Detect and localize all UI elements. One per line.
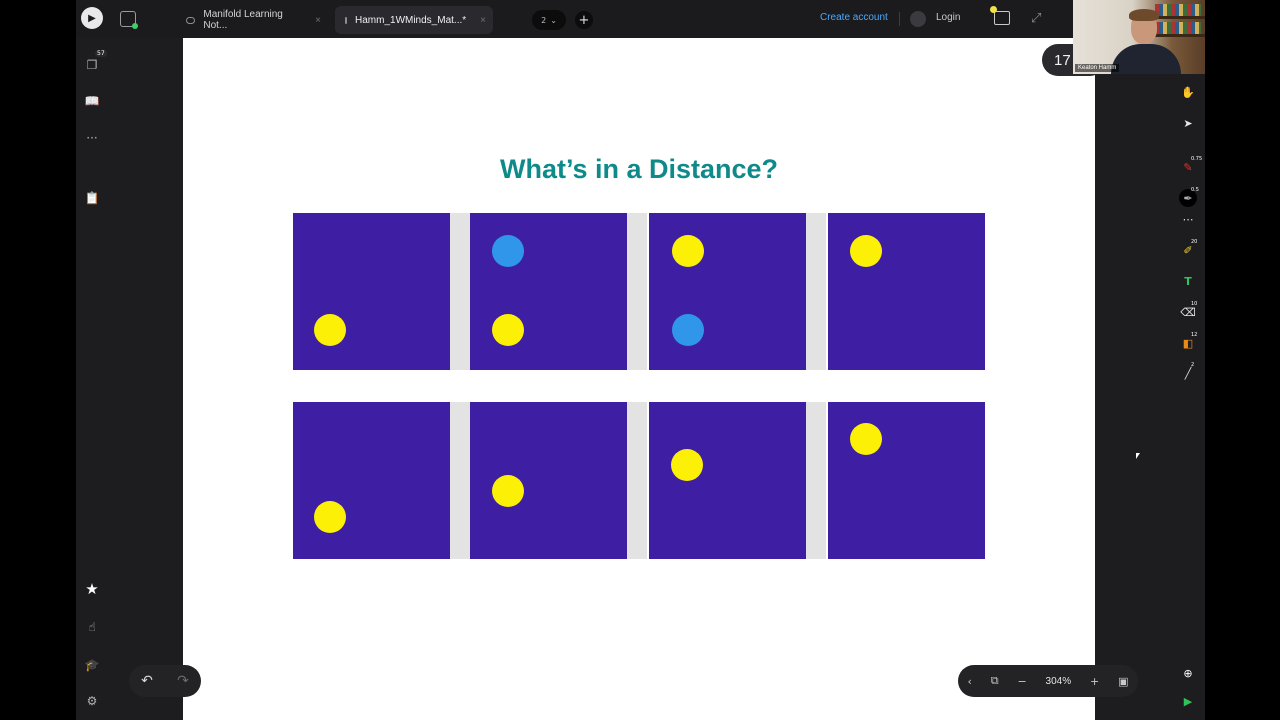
yellow-dot — [671, 449, 703, 481]
undo-redo-bar: ↶ ↷ — [129, 665, 201, 697]
create-account-link[interactable]: Create account — [820, 12, 888, 23]
divider — [899, 12, 900, 26]
minimap-icon[interactable]: ▣ — [1118, 675, 1128, 688]
panel-gap — [627, 213, 647, 370]
yellow-dot — [492, 475, 524, 507]
chevron-down-icon: ⌄ — [550, 15, 557, 25]
webcam-video: Keaton Hamm — [1073, 0, 1205, 74]
highlighter-size-badge: 20 — [1191, 239, 1198, 245]
pointer-icon[interactable]: ➤ — [1181, 116, 1195, 130]
laser-size-badge: 0.75 — [1191, 156, 1203, 162]
sync-status-icon[interactable] — [120, 11, 138, 29]
yellow-dot — [314, 501, 346, 533]
tab-hamm-minds[interactable]: Hamm_1WMinds_Mat...* × — [335, 6, 493, 34]
star-icon[interactable]: ★ — [85, 580, 99, 598]
panel-gap — [450, 213, 470, 370]
panel-r1-2 — [470, 213, 627, 370]
screen: ▶ Manifold Learning Not... × Hamm_1WMind… — [0, 0, 1280, 720]
highlighter-icon[interactable]: ✐ — [1181, 243, 1195, 257]
bookshelf — [1151, 34, 1205, 37]
open-tabs-dropdown[interactable]: 2 ⌄ — [532, 10, 566, 30]
redo-button[interactable]: ↷ — [177, 673, 189, 689]
books — [1155, 22, 1201, 34]
panel-gap — [450, 402, 470, 559]
yellow-dot — [492, 314, 524, 346]
hand-pan-icon[interactable]: ✋ — [1181, 85, 1195, 99]
yellow-dot — [314, 314, 346, 346]
panel-gap — [806, 213, 826, 370]
zoom-out-button[interactable]: − — [1017, 675, 1026, 688]
panel-gap — [806, 402, 826, 559]
fullscreen-icon[interactable]: ⤢ — [1031, 11, 1041, 26]
previous-page-button[interactable]: ‹ — [967, 675, 971, 688]
eraser-size-badge: 10 — [1191, 301, 1198, 307]
add-icon[interactable]: ⊕ — [1181, 666, 1195, 680]
close-tab-icon[interactable]: × — [315, 15, 321, 26]
yellow-dot — [850, 235, 882, 267]
open-tabs-count: 2 — [541, 15, 547, 25]
tab-manifold-learning[interactable]: Manifold Learning Not... × — [176, 6, 331, 34]
person-hair — [1129, 9, 1159, 21]
blue-dot — [672, 314, 704, 346]
fit-view-icon[interactable]: ⧉ — [991, 674, 999, 688]
tab-label: Hamm_1WMinds_Mat...* — [355, 14, 467, 26]
gear-icon[interactable]: ⚙ — [85, 694, 99, 708]
whiteboard-app: ▶ Manifold Learning Not... × Hamm_1WMind… — [76, 0, 1205, 720]
cloud-icon — [186, 16, 196, 24]
panel-r2-2 — [470, 402, 627, 559]
more-icon[interactable]: ··· — [85, 131, 99, 145]
user-icon[interactable] — [910, 11, 926, 27]
slide-title: What’s in a Distance? — [499, 154, 779, 184]
books — [1155, 4, 1201, 16]
top-bar: ▶ Manifold Learning Not... × Hamm_1WMind… — [76, 0, 1205, 38]
line-tool-icon[interactable]: ╱ — [1181, 366, 1195, 380]
blue-dot — [492, 235, 524, 267]
participant-name: Keaton Hamm — [1075, 64, 1120, 72]
app-logo-icon[interactable]: ▶ — [81, 7, 103, 29]
eraser-icon[interactable]: ⌫ — [1180, 305, 1196, 319]
share-screen-icon[interactable] — [990, 6, 1010, 25]
book-icon[interactable]: 📖 — [85, 94, 100, 108]
mouse-cursor-icon — [1136, 453, 1140, 459]
panel-r1-4 — [828, 213, 985, 370]
shapes-icon[interactable]: ◧ — [1181, 336, 1195, 350]
cloud-icon — [345, 16, 347, 24]
panel-r1-3 — [649, 213, 806, 370]
panel-r2-4 — [828, 402, 985, 559]
pages-icon[interactable]: ❐ — [85, 58, 99, 72]
panel-r2-1 — [293, 402, 450, 559]
new-tab-button[interactable]: + — [575, 11, 593, 29]
pages-badge: 57 — [95, 50, 107, 57]
graduation-cap-icon[interactable]: 🎓 — [85, 658, 100, 672]
laser-pen-icon[interactable]: ✎ — [1181, 160, 1195, 174]
clipboard-icon[interactable]: 📋 — [85, 191, 100, 205]
close-tab-icon[interactable]: × — [480, 15, 486, 26]
bookshelf — [1151, 16, 1205, 19]
gesture-hand-icon[interactable]: ☝ — [85, 620, 99, 634]
line-size-badge: 2 — [1191, 362, 1195, 368]
yellow-dot — [672, 235, 704, 267]
zoom-level[interactable]: 304% — [1046, 676, 1072, 687]
pen-size-badge: 0.5 — [1191, 187, 1199, 193]
panel-r2-3 — [649, 402, 806, 559]
zoom-in-button[interactable]: + — [1090, 675, 1099, 688]
slide-canvas[interactable]: What’s in a Distance? — [183, 38, 1095, 720]
shapes-size-badge: 12 — [1191, 332, 1198, 338]
play-icon[interactable]: ▶ — [1181, 694, 1195, 708]
more-tools-icon[interactable]: ⋯ — [1181, 212, 1195, 226]
left-sidebar: ❐ 57 📖 ··· 📋 ★ ☝ 🎓 ⚙ — [76, 38, 108, 720]
right-toolbar: ✋ ➤ ✎ 0.75 ✒ 0.5 ⋯ ✐ 20 T ⌫ 10 ◧ 12 ╱ 2 … — [1171, 38, 1205, 720]
panel-r1-1 — [293, 213, 450, 370]
login-button[interactable]: Login — [936, 12, 960, 23]
zoom-bar: ‹ ⧉ − 304% + ▣ — [958, 665, 1138, 697]
person-body — [1111, 44, 1181, 74]
tab-label: Manifold Learning Not... — [203, 9, 283, 31]
text-tool-icon[interactable]: T — [1181, 274, 1195, 288]
yellow-dot — [850, 423, 882, 455]
undo-button[interactable]: ↶ — [141, 673, 153, 689]
panel-gap — [627, 402, 647, 559]
